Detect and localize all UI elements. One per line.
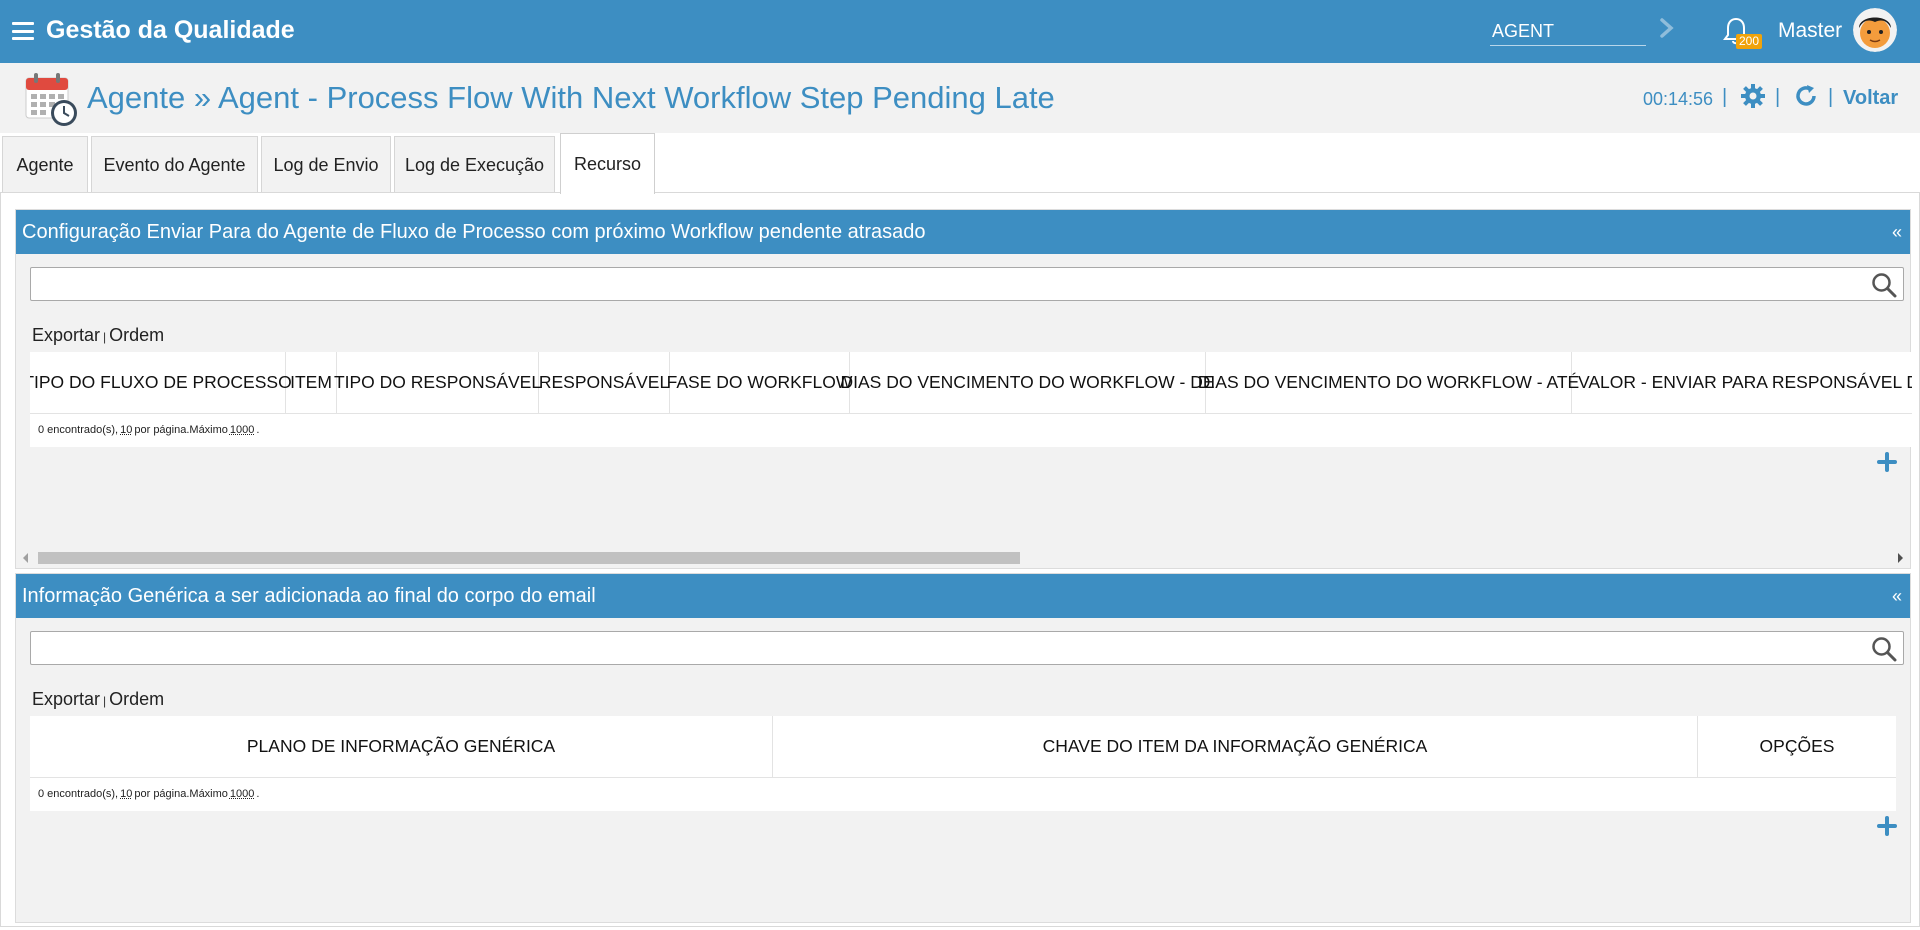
max-selector[interactable]: 1000 — [230, 424, 254, 436]
column-header[interactable]: CHAVE DO ITEM DA INFORMAÇÃO GENÉRICA — [773, 716, 1698, 777]
generic-info-table: PLANO DE INFORMAÇÃO GENÉRICA CHAVE DO IT… — [30, 716, 1896, 811]
column-header[interactable]: DIAS DO VENCIMENTO DO WORKFLOW - ATÉ — [1198, 352, 1579, 413]
separator: | — [1775, 86, 1781, 108]
search-icon[interactable] — [1871, 272, 1897, 298]
collapse-icon[interactable]: « — [1892, 222, 1902, 243]
separator: | — [1722, 86, 1728, 108]
panel-search — [30, 631, 1904, 665]
user-name[interactable]: Master — [1778, 19, 1842, 43]
tab-content: Configuração Enviar Para do Agente de Fl… — [0, 192, 1920, 927]
global-search-input[interactable] — [1490, 12, 1646, 46]
max-selector[interactable]: 1000 — [230, 788, 254, 800]
scroll-right-icon[interactable] — [1898, 553, 1903, 563]
session-timer: 00:14:56 — [1643, 89, 1714, 109]
per-page-selector[interactable]: 10 — [120, 424, 132, 436]
table-header: TIPO DO FLUXO DE PROCESSO ITEM TIPO DO R… — [30, 352, 1912, 414]
per-page-label: por página.Máximo — [134, 788, 228, 800]
footer-end: . — [256, 424, 260, 436]
found-count: 0 encontrado(s), — [38, 424, 119, 436]
panel-header: Configuração Enviar Para do Agente de Fl… — [16, 210, 1910, 254]
panel-title: Configuração Enviar Para do Agente de Fl… — [22, 221, 926, 243]
column-header[interactable]: VALOR - ENVIAR PARA RESPONSÁVEL DO — [1572, 352, 1912, 413]
send-to-config-panel: Configuração Enviar Para do Agente de Fl… — [15, 209, 1912, 569]
per-page-selector[interactable]: 10 — [120, 788, 132, 800]
column-header[interactable]: TIPO DO RESPONSÁVEL — [334, 352, 541, 413]
table-pagination: 0 encontrado(s), 10 por página.Máximo 10… — [30, 414, 1912, 446]
panel-search — [30, 267, 1904, 301]
search-input[interactable] — [31, 268, 1861, 300]
tab-agente[interactable]: Agente — [2, 136, 88, 193]
column-header[interactable]: PLANO DE INFORMAÇÃO GENÉRICA — [30, 716, 773, 777]
add-icon[interactable] — [1876, 451, 1898, 473]
column-header[interactable]: FASE DO WORKFLOW — [667, 352, 852, 413]
collapse-icon[interactable]: « — [1892, 586, 1902, 607]
column-header[interactable]: OPÇÕES — [1698, 716, 1896, 777]
hamburger-menu-icon[interactable] — [12, 22, 34, 40]
horizontal-scrollbar[interactable] — [16, 548, 1910, 568]
found-count: 0 encontrado(s), — [38, 788, 119, 800]
table-header: PLANO DE INFORMAÇÃO GENÉRICA CHAVE DO IT… — [30, 716, 1896, 778]
gear-icon[interactable] — [1740, 83, 1766, 109]
order-link[interactable]: Ordem — [109, 689, 164, 709]
column-header[interactable]: TIPO DO FLUXO DE PROCESSO — [30, 352, 292, 413]
page-title: Agente » Agent - Process Flow With Next … — [87, 80, 1055, 115]
tab-log-de-execucao[interactable]: Log de Execução — [394, 136, 555, 193]
per-page-label: por página.Máximo — [134, 424, 228, 436]
send-to-table: TIPO DO FLUXO DE PROCESSO ITEM TIPO DO R… — [30, 352, 1912, 447]
export-link[interactable]: Exportar — [32, 325, 100, 345]
search-icon[interactable] — [1871, 636, 1897, 662]
chevron-right-icon[interactable] — [1656, 16, 1678, 40]
add-icon[interactable] — [1876, 815, 1898, 837]
footer-end: . — [256, 788, 260, 800]
order-link[interactable]: Ordem — [109, 325, 164, 345]
avatar[interactable] — [1853, 8, 1897, 52]
separator: | — [103, 694, 107, 708]
app-title: Gestão da Qualidade — [46, 16, 295, 44]
column-header[interactable]: ITEM — [286, 352, 337, 413]
generic-info-panel: Informação Genérica a ser adicionada ao … — [15, 573, 1911, 923]
scrollbar-thumb[interactable] — [38, 552, 1020, 564]
export-link[interactable]: Exportar — [32, 689, 100, 709]
tab-evento-do-agente[interactable]: Evento do Agente — [91, 136, 258, 193]
separator: | — [103, 330, 107, 344]
table-actions: Exportar | Ordem — [32, 325, 164, 346]
table-actions: Exportar | Ordem — [32, 689, 164, 710]
search-input[interactable] — [31, 632, 1861, 664]
refresh-icon[interactable] — [1793, 83, 1819, 109]
tab-recurso[interactable]: Recurso — [560, 133, 655, 194]
column-header[interactable]: RESPONSÁVEL — [539, 352, 670, 413]
scroll-left-icon[interactable] — [23, 553, 28, 563]
calendar-clock-icon — [25, 73, 77, 126]
top-bar: Gestão da Qualidade 200 Master — [0, 0, 1920, 63]
table-pagination: 0 encontrado(s), 10 por página.Máximo 10… — [30, 778, 1896, 810]
separator: | — [1828, 86, 1834, 108]
panel-header: Informação Genérica a ser adicionada ao … — [16, 574, 1910, 618]
notification-badge: 200 — [1736, 34, 1763, 49]
column-header[interactable]: DIAS DO VENCIMENTO DO WORKFLOW - DE — [841, 352, 1215, 413]
back-link[interactable]: Voltar — [1843, 87, 1898, 110]
tab-bar: Agente Evento do Agente Log de Envio Log… — [0, 133, 1920, 194]
panel-title: Informação Genérica a ser adicionada ao … — [22, 585, 596, 607]
page-header: Agente » Agent - Process Flow With Next … — [0, 63, 1920, 133]
tab-log-de-envio[interactable]: Log de Envio — [261, 136, 391, 193]
